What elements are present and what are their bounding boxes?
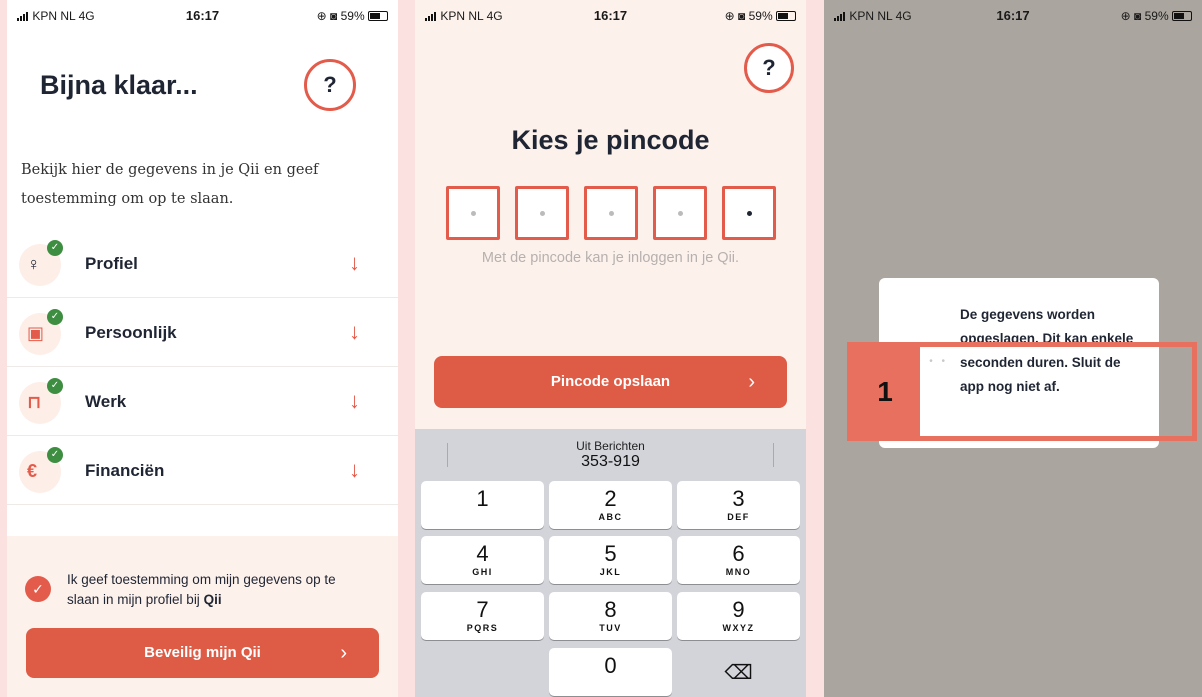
battery-icon [368, 11, 388, 21]
pin-digit-3[interactable] [584, 186, 638, 240]
autofill-suggestion[interactable]: Uit Berichten 353-919 [415, 429, 806, 477]
pin-digit-5[interactable] [722, 186, 776, 240]
intro-text: Bekijk hier de gegevens in je Qii en gee… [21, 162, 319, 207]
arrow-down-icon[interactable]: ↓ [349, 457, 360, 483]
key-4[interactable]: 4 GHI [421, 536, 544, 584]
consent-checkbox[interactable]: ✓ [25, 576, 51, 602]
chevron-right-icon: › [340, 642, 347, 664]
key-7[interactable]: 7 PQRS [421, 592, 544, 640]
pin-input[interactable] [446, 186, 776, 240]
euro-icon: € ✓ [19, 447, 63, 493]
arrow-down-icon[interactable]: ↓ [349, 319, 360, 345]
status-bar: KPN NL 4G 16:17 ⊕ ◙ 59% [824, 0, 1202, 26]
pin-digit-4[interactable] [653, 186, 707, 240]
check-icon: ✓ [47, 378, 63, 394]
key-3[interactable]: 3 DEF [677, 481, 800, 529]
alarm-icon: ⊕ ◙ [1120, 9, 1142, 23]
help-button[interactable]: ? [304, 59, 356, 111]
arrow-down-icon[interactable]: ↓ [349, 388, 360, 414]
page-title: Bijna klaar... [40, 70, 198, 100]
chevron-right-icon: › [748, 371, 755, 393]
section-profiel[interactable]: ♀ ✓ Profiel ↓ [7, 230, 398, 298]
section-persoonlijk[interactable]: ▣ ✓ Persoonlijk ↓ [7, 299, 398, 367]
consent-panel: ✓ Ik geef toestemming om mijn gegevens o… [7, 536, 398, 697]
section-financien[interactable]: € ✓ Financiën ↓ [7, 437, 398, 505]
key-1[interactable]: 1 [421, 481, 544, 529]
annotation-highlight: 1 [847, 342, 1197, 441]
annotation-number: 1 [850, 342, 920, 441]
alarm-icon: ⊕ ◙ [316, 9, 338, 23]
status-bar: KPN NL 4G 16:17 ⊕ ◙ 59% [415, 0, 806, 26]
screen-saving: KPN NL 4G 16:17 ⊕ ◙ 59% • • • De gegeven… [824, 0, 1202, 697]
key-2[interactable]: 2 ABC [549, 481, 672, 529]
pin-digit-1[interactable] [446, 186, 500, 240]
backspace-key[interactable]: ⌫ [677, 648, 800, 696]
id-card-icon: ▣ ✓ [19, 309, 63, 355]
key-6[interactable]: 6 MNO [677, 536, 800, 584]
key-0[interactable]: 0 [549, 648, 672, 696]
key-5[interactable]: 5 JKL [549, 536, 672, 584]
section-werk[interactable]: ⊓ ✓ Werk ↓ [7, 368, 398, 436]
check-icon: ✓ [47, 240, 63, 256]
pin-hint: Met de pincode kan je inloggen in je Qii… [481, 250, 740, 266]
backspace-icon: ⌫ [724, 662, 753, 684]
save-pin-button[interactable]: Pincode opslaan › [434, 356, 787, 408]
arrow-down-icon[interactable]: ↓ [349, 250, 360, 276]
consent-text: Ik geef toestemming om mijn gegevens op … [67, 572, 336, 607]
battery-icon [1172, 11, 1192, 21]
check-icon: ✓ [47, 309, 63, 325]
numeric-keyboard: Uit Berichten 353-919 1 2 ABC 3 DEF 4 GHI 5… [415, 429, 806, 697]
alarm-icon: ⊕ ◙ [724, 9, 746, 23]
check-icon: ✓ [47, 447, 63, 463]
key-8[interactable]: 8 TUV [549, 592, 672, 640]
page-title: Kies je pincode [511, 125, 710, 155]
key-9[interactable]: 9 WXYZ [677, 592, 800, 640]
help-button[interactable]: ? [744, 43, 794, 93]
secure-qii-button[interactable]: Beveilig mijn Qii › [26, 628, 379, 678]
briefcase-icon: ⊓ ✓ [19, 378, 63, 424]
screen-almost-done: KPN NL 4G 16:17 ⊕ ◙ 59% Bijna klaar... ?… [7, 0, 398, 697]
battery-icon [776, 11, 796, 21]
pin-digit-2[interactable] [515, 186, 569, 240]
person-icon: ♀ ✓ [19, 240, 63, 286]
status-bar: KPN NL 4G 16:17 ⊕ ◙ 59% [7, 0, 398, 26]
screen-choose-pin: KPN NL 4G 16:17 ⊕ ◙ 59% ? Kies je pincod… [415, 0, 806, 697]
